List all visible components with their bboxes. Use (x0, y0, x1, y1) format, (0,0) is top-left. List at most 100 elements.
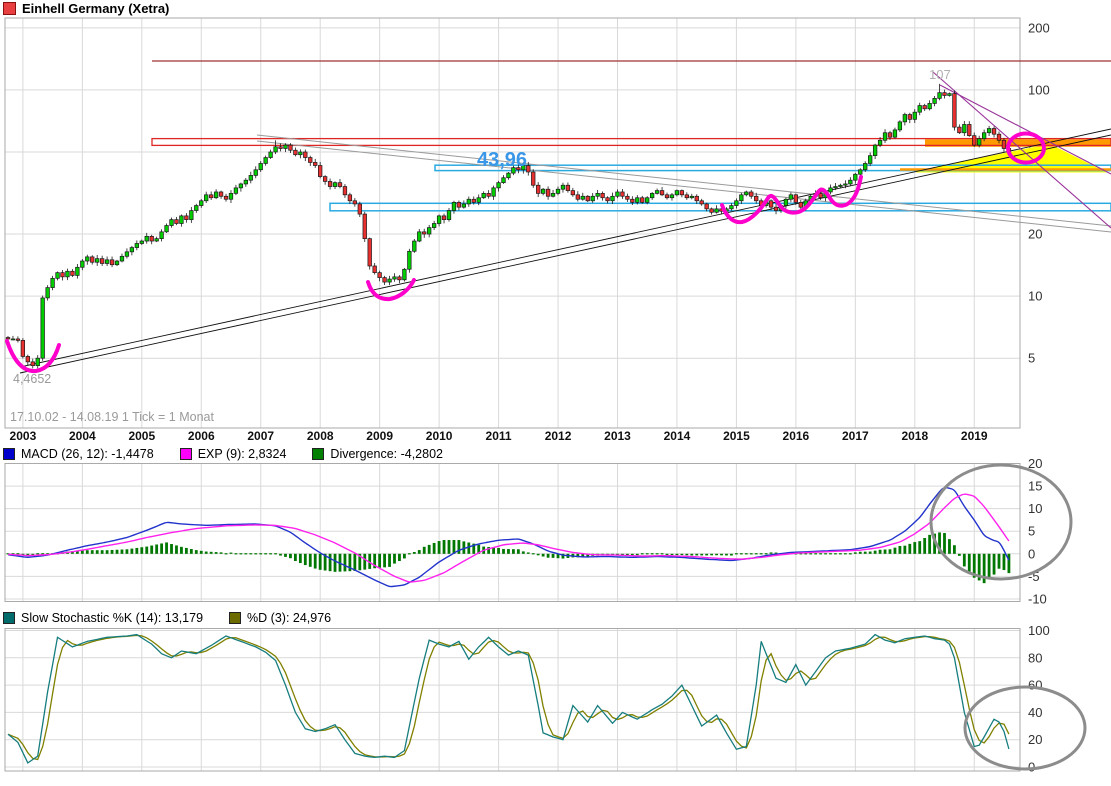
candle-up (987, 129, 991, 133)
x-axis-year-label: 2005 (128, 429, 155, 443)
candle-up (234, 188, 238, 194)
candle-up (417, 232, 421, 241)
candle-up (46, 288, 50, 298)
legend-item-macd[interactable]: MACD (26, 12): -1,4478 (3, 447, 154, 461)
candle-down (546, 189, 550, 196)
candle-up (482, 193, 486, 197)
candle-up (492, 188, 496, 196)
candle-down (997, 134, 1001, 140)
candle-down (378, 273, 382, 278)
candle-down (967, 124, 971, 135)
series-icon (3, 2, 16, 15)
candle-up (834, 187, 838, 188)
exp-legend-label: EXP (9): 2,8324 (198, 447, 287, 461)
candle-down (318, 166, 322, 177)
low-label: 4,4652 (13, 372, 51, 386)
candle-down (888, 133, 892, 137)
candle-down (576, 195, 580, 199)
candle-up (507, 173, 511, 178)
y-axis-label: 40 (1028, 705, 1042, 720)
candle-down (754, 196, 758, 201)
candle-up (388, 279, 392, 282)
candle-down (368, 239, 372, 266)
candle-down (626, 196, 630, 199)
candle-up (125, 252, 129, 256)
candle-down (705, 204, 709, 209)
candle-up (259, 163, 263, 169)
legend-item-exp[interactable]: EXP (9): 2,8324 (180, 447, 287, 461)
candle-up (551, 193, 555, 196)
candle-up (581, 196, 585, 199)
candle-up (690, 196, 694, 197)
candle-up (611, 196, 615, 201)
candle-down (958, 127, 962, 133)
macd-grid (5, 464, 1020, 602)
candle-down (680, 191, 684, 195)
legend-item-stoch-d[interactable]: %D (3): 24,976 (229, 611, 331, 625)
gray-channel-2[interactable] (257, 141, 1111, 232)
y-axis-label: 10 (1028, 501, 1042, 516)
candle-up (502, 178, 506, 183)
divergence-swatch-icon (312, 448, 324, 460)
candle-up (844, 184, 848, 185)
candle-up (616, 192, 620, 196)
candle-down (150, 236, 154, 241)
x-axis-year-label: 2011 (486, 429, 512, 443)
gray-ellipse-macd[interactable] (931, 465, 1071, 579)
candle-up (155, 239, 159, 241)
candle-up (264, 158, 268, 164)
macd-lines (8, 488, 1009, 587)
candle-up (497, 183, 501, 188)
y-axis-label: 60 (1028, 678, 1042, 693)
candle-down (363, 214, 367, 239)
legend-item-divergence[interactable]: Divergence: -4,2802 (312, 447, 443, 461)
candle-up (883, 133, 887, 141)
candle-down (313, 162, 317, 165)
y-axis-label: 200 (1028, 20, 1050, 35)
candle-down (972, 136, 976, 145)
stoch-d-line (8, 635, 1009, 759)
candle-up (333, 183, 337, 187)
candle-up (284, 145, 288, 148)
candle-up (95, 259, 99, 263)
candle-down (26, 356, 30, 361)
gray-ellipse-stoch[interactable] (965, 687, 1085, 769)
candle-down (343, 187, 347, 195)
candle-down (531, 172, 535, 185)
candle-down (472, 199, 476, 202)
candle-up (239, 184, 243, 188)
candle-down (695, 196, 699, 201)
x-axis-year-label: 2014 (664, 429, 691, 443)
candle-down (601, 193, 605, 197)
y-axis-label: 15 (1028, 479, 1042, 494)
price-level-annotations (20, 61, 1111, 373)
x-axis-year-label: 2019 (961, 429, 988, 443)
stoch-k-swatch-icon (3, 612, 15, 624)
candle-up (938, 93, 942, 99)
candle-down (606, 198, 610, 201)
candle-up (670, 195, 674, 198)
gray-channel-1[interactable] (257, 135, 1111, 226)
chart-title-text: Einhell Germany (Xetra) (22, 1, 169, 16)
candle-up (145, 236, 149, 241)
macd-swatch-icon (3, 448, 15, 460)
candle-down (487, 193, 491, 196)
candle-up (403, 269, 407, 280)
candle-up (165, 226, 169, 232)
candle-up (76, 267, 80, 275)
candle-up (120, 256, 124, 261)
candle-up (229, 193, 233, 199)
candle-up (427, 228, 431, 234)
stoch-k-line (8, 635, 1009, 763)
candle-down (90, 257, 94, 262)
candle-up (784, 199, 788, 205)
x-axis-year-labels: 2003200420052006200720082009201020112012… (10, 429, 988, 443)
candle-down (442, 216, 446, 220)
x-axis-year-label: 2007 (247, 429, 274, 443)
candle-up (432, 224, 436, 228)
y-axis-label: 80 (1028, 650, 1042, 665)
legend-item-stoch-k[interactable]: Slow Stochastic %K (14): 13,179 (3, 611, 203, 625)
candle-up (928, 103, 932, 108)
exp-swatch-icon (180, 448, 192, 460)
marked-level-label: 43,96 (477, 149, 527, 171)
